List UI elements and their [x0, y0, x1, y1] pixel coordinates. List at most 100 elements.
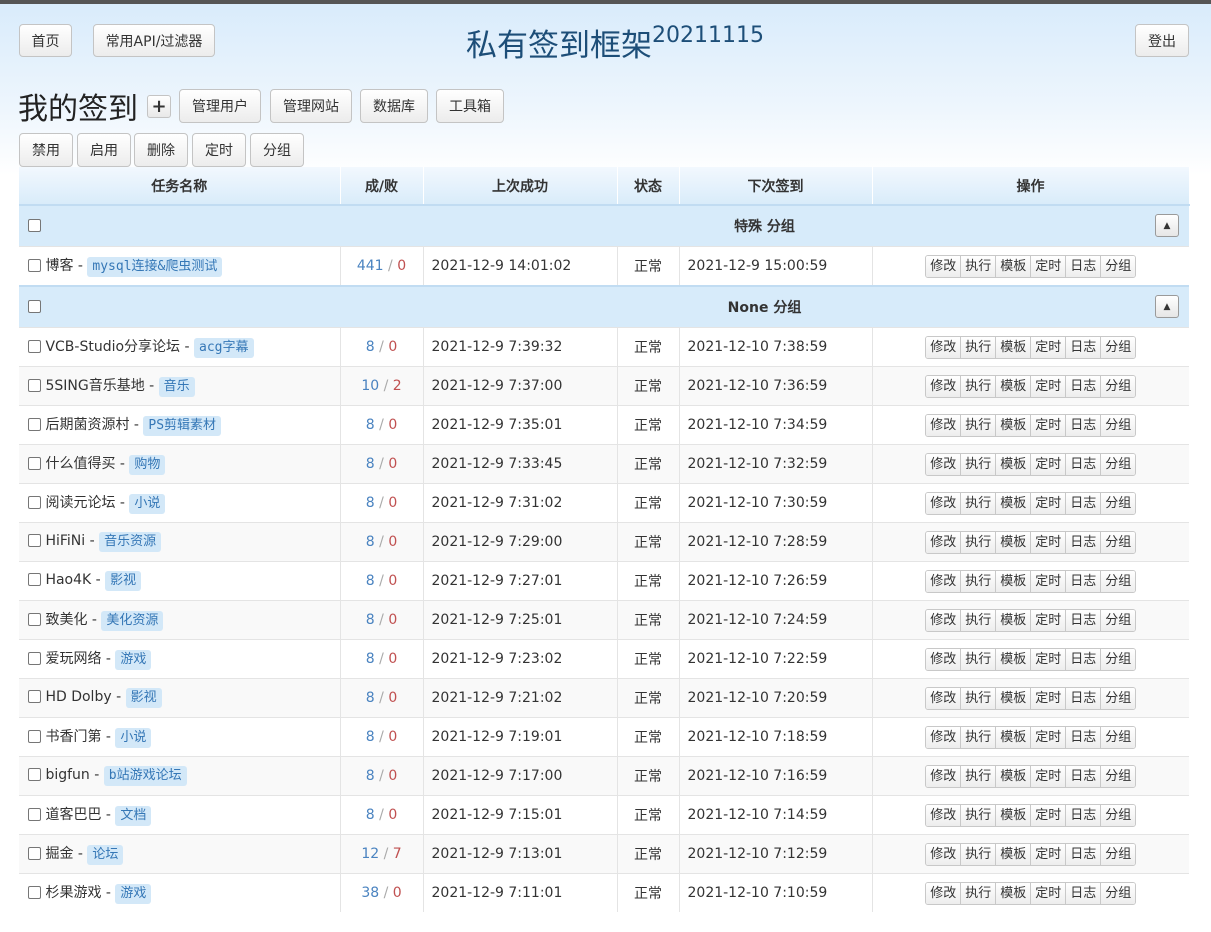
schedule-row-button[interactable]: 定时	[1030, 492, 1066, 514]
group-row-button[interactable]: 分组	[1100, 882, 1136, 904]
schedule-row-button[interactable]: 定时	[1030, 726, 1066, 748]
task-tag[interactable]: 影视	[125, 688, 162, 708]
run-button[interactable]: 执行	[960, 492, 996, 514]
schedule-row-button[interactable]: 定时	[1030, 804, 1066, 826]
row-checkbox[interactable]	[28, 496, 41, 509]
row-checkbox[interactable]	[28, 690, 41, 703]
schedule-row-button[interactable]: 定时	[1030, 531, 1066, 553]
run-button[interactable]: 执行	[960, 531, 996, 553]
log-button[interactable]: 日志	[1065, 453, 1101, 475]
run-button[interactable]: 执行	[960, 453, 996, 475]
run-button[interactable]: 执行	[960, 843, 996, 865]
row-checkbox[interactable]	[28, 808, 41, 821]
edit-button[interactable]: 修改	[926, 648, 961, 670]
log-button[interactable]: 日志	[1065, 336, 1101, 358]
template-button[interactable]: 模板	[995, 336, 1031, 358]
task-tag[interactable]: 小说	[115, 728, 152, 748]
run-button[interactable]: 执行	[960, 804, 996, 826]
run-button[interactable]: 执行	[960, 687, 996, 709]
log-button[interactable]: 日志	[1065, 375, 1101, 397]
log-button[interactable]: 日志	[1065, 255, 1101, 277]
group-button[interactable]: 分组	[250, 133, 304, 167]
schedule-row-button[interactable]: 定时	[1030, 414, 1066, 436]
template-button[interactable]: 模板	[995, 648, 1031, 670]
edit-button[interactable]: 修改	[926, 453, 961, 475]
log-button[interactable]: 日志	[1065, 492, 1101, 514]
group-row-button[interactable]: 分组	[1100, 687, 1136, 709]
enable-button[interactable]: 启用	[77, 133, 131, 167]
group-row-button[interactable]: 分组	[1100, 453, 1136, 475]
task-tag[interactable]: acg字幕	[194, 338, 254, 358]
edit-button[interactable]: 修改	[926, 609, 961, 631]
edit-button[interactable]: 修改	[926, 255, 961, 277]
edit-button[interactable]: 修改	[926, 492, 961, 514]
col-last-success[interactable]: 上次成功	[423, 167, 618, 205]
task-tag[interactable]: 美化资源	[101, 611, 164, 631]
disable-button[interactable]: 禁用	[19, 133, 73, 167]
edit-button[interactable]: 修改	[926, 375, 961, 397]
task-tag[interactable]: PS剪辑素材	[143, 416, 222, 436]
edit-button[interactable]: 修改	[926, 882, 961, 904]
schedule-row-button[interactable]: 定时	[1030, 570, 1066, 592]
row-checkbox[interactable]	[28, 847, 41, 860]
log-button[interactable]: 日志	[1065, 765, 1101, 787]
row-checkbox[interactable]	[28, 573, 41, 586]
group-row-button[interactable]: 分组	[1100, 843, 1136, 865]
database-button[interactable]: 数据库	[360, 89, 428, 123]
row-checkbox[interactable]	[28, 730, 41, 743]
edit-button[interactable]: 修改	[926, 531, 961, 553]
run-button[interactable]: 执行	[960, 414, 996, 436]
edit-button[interactable]: 修改	[926, 726, 961, 748]
toolbox-button[interactable]: 工具箱	[436, 89, 504, 123]
template-button[interactable]: 模板	[995, 531, 1031, 553]
schedule-row-button[interactable]: 定时	[1030, 336, 1066, 358]
task-tag[interactable]: 小说	[129, 494, 166, 514]
schedule-row-button[interactable]: 定时	[1030, 453, 1066, 475]
group-row-button[interactable]: 分组	[1100, 414, 1136, 436]
task-tag[interactable]: 论坛	[87, 845, 124, 865]
run-button[interactable]: 执行	[960, 375, 996, 397]
log-button[interactable]: 日志	[1065, 531, 1101, 553]
edit-button[interactable]: 修改	[926, 336, 961, 358]
col-next-signin[interactable]: 下次签到	[679, 167, 873, 205]
manage-sites-button[interactable]: 管理网站	[270, 89, 352, 123]
task-tag[interactable]: 影视	[105, 571, 142, 591]
schedule-row-button[interactable]: 定时	[1030, 687, 1066, 709]
group-row-button[interactable]: 分组	[1100, 726, 1136, 748]
schedule-row-button[interactable]: 定时	[1030, 648, 1066, 670]
run-button[interactable]: 执行	[960, 882, 996, 904]
log-button[interactable]: 日志	[1065, 648, 1101, 670]
row-checkbox[interactable]	[28, 613, 41, 626]
template-button[interactable]: 模板	[995, 570, 1031, 592]
template-button[interactable]: 模板	[995, 804, 1031, 826]
group-checkbox[interactable]	[28, 300, 41, 313]
group-row-button[interactable]: 分组	[1100, 255, 1136, 277]
row-checkbox[interactable]	[28, 768, 41, 781]
schedule-row-button[interactable]: 定时	[1030, 765, 1066, 787]
run-button[interactable]: 执行	[960, 765, 996, 787]
col-task-name[interactable]: 任务名称	[19, 167, 341, 205]
log-button[interactable]: 日志	[1065, 687, 1101, 709]
group-row-button[interactable]: 分组	[1100, 336, 1136, 358]
row-checkbox[interactable]	[28, 652, 41, 665]
run-button[interactable]: 执行	[960, 726, 996, 748]
edit-button[interactable]: 修改	[926, 687, 961, 709]
group-row-button[interactable]: 分组	[1100, 609, 1136, 631]
group-row-button[interactable]: 分组	[1100, 804, 1136, 826]
log-button[interactable]: 日志	[1065, 570, 1101, 592]
run-button[interactable]: 执行	[960, 570, 996, 592]
run-button[interactable]: 执行	[960, 255, 996, 277]
group-row-button[interactable]: 分组	[1100, 492, 1136, 514]
log-button[interactable]: 日志	[1065, 843, 1101, 865]
group-row-button[interactable]: 分组	[1100, 648, 1136, 670]
group-row-button[interactable]: 分组	[1100, 375, 1136, 397]
edit-button[interactable]: 修改	[926, 804, 961, 826]
schedule-row-button[interactable]: 定时	[1030, 843, 1066, 865]
collapse-up-icon[interactable]: ▲	[1155, 295, 1179, 318]
delete-button[interactable]: 删除	[134, 133, 188, 167]
log-button[interactable]: 日志	[1065, 414, 1101, 436]
schedule-row-button[interactable]: 定时	[1030, 255, 1066, 277]
task-tag[interactable]: 文档	[115, 806, 152, 826]
log-button[interactable]: 日志	[1065, 609, 1101, 631]
task-tag[interactable]: 音乐资源	[99, 532, 162, 552]
